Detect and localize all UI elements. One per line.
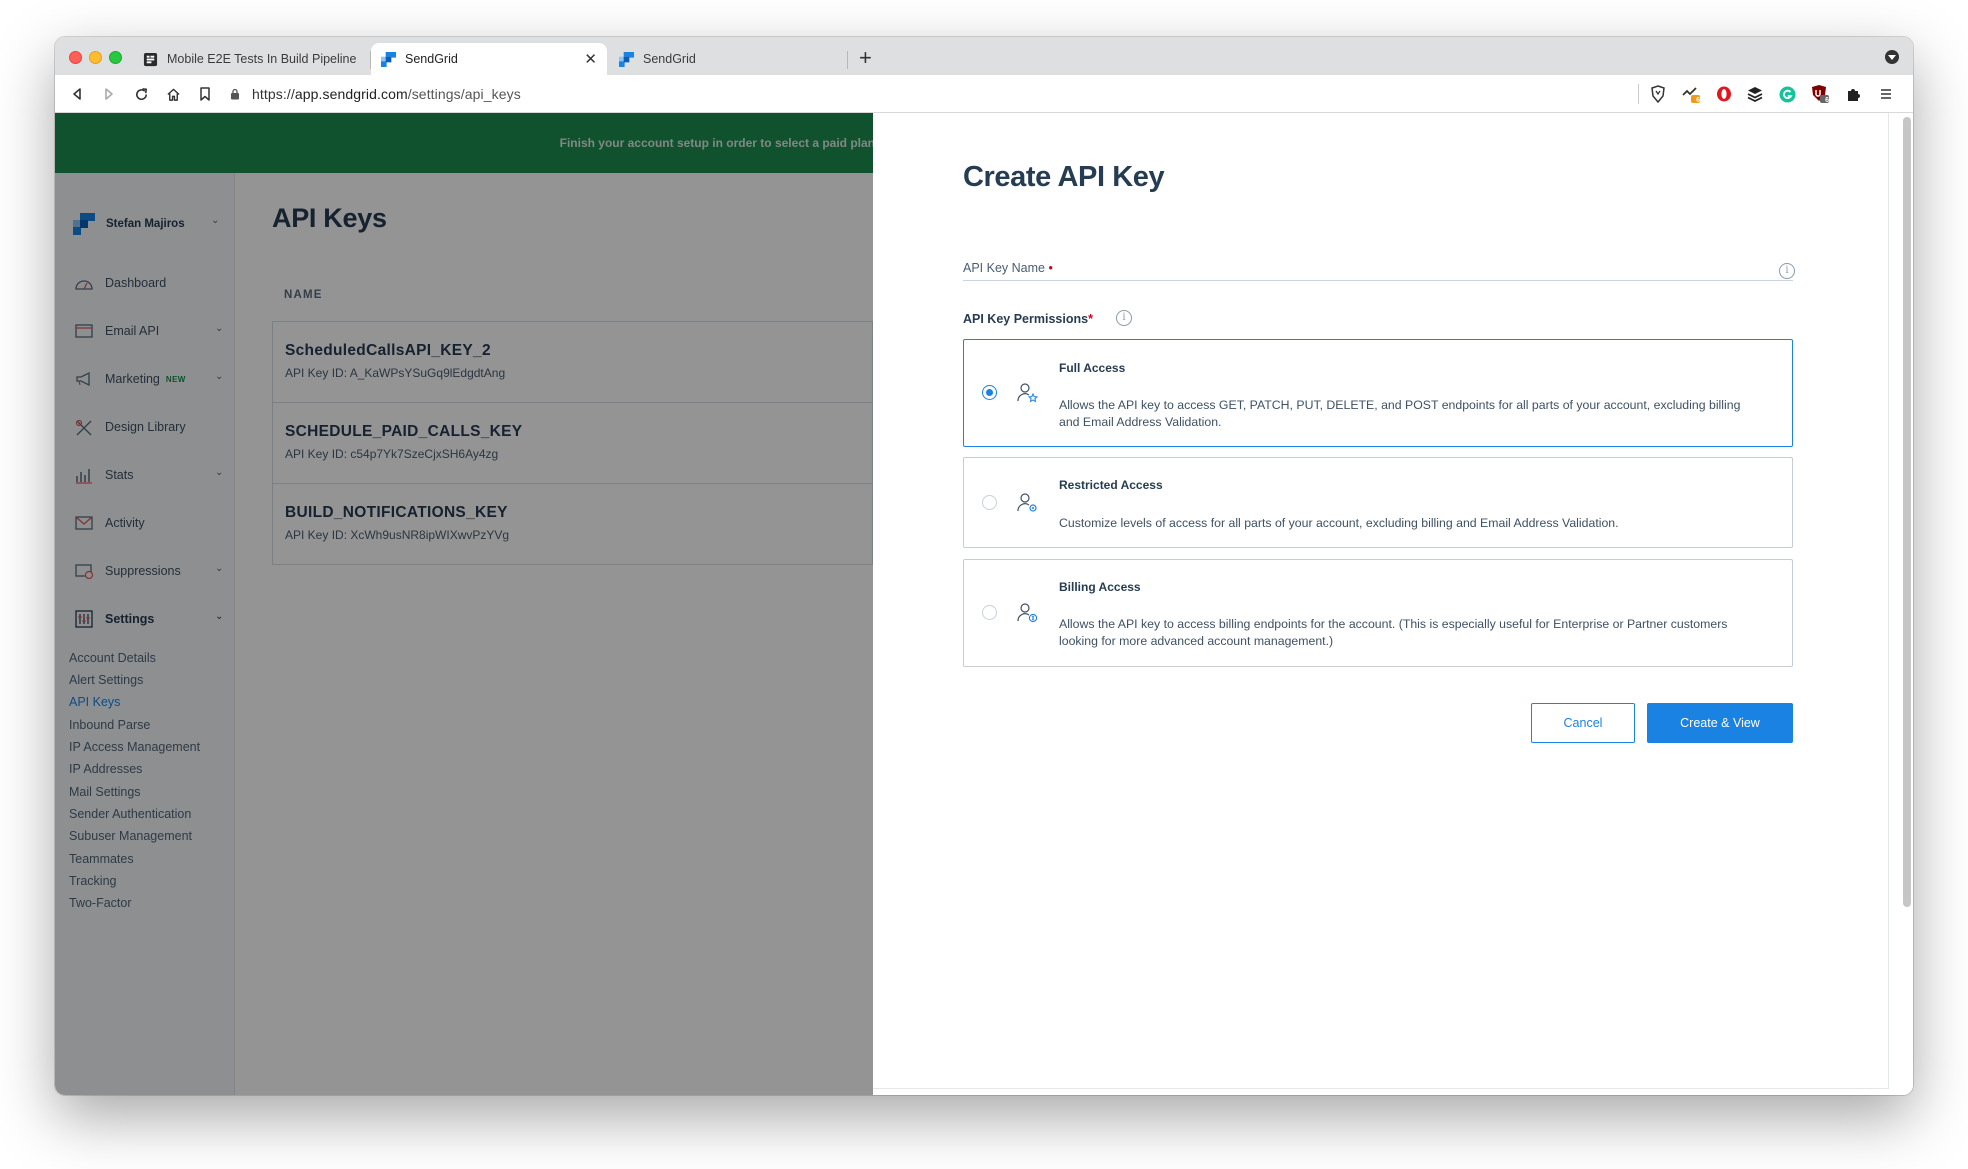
api-key-name-input[interactable] [963,280,1793,281]
field-label-text: API Key Name [963,261,1045,275]
window-minimize-button[interactable] [89,51,102,64]
url-host: app.sendgrid.com [294,86,408,102]
permissions-label-text: API Key Permissions [963,312,1089,326]
cancel-button[interactable]: Cancel [1531,703,1635,743]
option-description: Allows the API key to access GET, PATCH,… [1059,398,1741,429]
url-scheme: https:// [252,86,295,102]
option-title: Restricted Access [1059,478,1163,492]
user-dollar-icon [1017,603,1038,623]
address-bar[interactable]: https://app.sendgrid.com/settings/api_ke… [230,81,1680,107]
window-zoom-button[interactable] [109,51,122,64]
reload-button[interactable] [129,82,153,106]
reload-icon [135,87,147,100]
create-api-key-panel: Create API Key API Key Name • i API Key … [873,113,1913,1095]
browser-menu-icon[interactable] [1876,84,1896,104]
tab-sendgrid[interactable]: SendGrid [609,43,845,75]
sendgrid-favicon-icon [619,51,634,67]
brave-shield-icon[interactable] [1648,84,1668,104]
toolbar-divider [1638,84,1639,104]
info-icon[interactable]: i [1116,310,1132,326]
back-arrow-icon [73,88,81,100]
info-icon[interactable]: i [1779,263,1795,279]
forward-arrow-icon [105,88,113,100]
option-full-access[interactable]: Full Access Allows the API key to access… [963,339,1793,447]
modal-title: Create API Key [963,161,1165,193]
forward-button[interactable] [97,82,121,106]
page-content: Finish your account setup in order to se… [55,113,1913,1095]
option-title: Full Access [1059,361,1126,375]
new-tab-button[interactable]: + [859,45,872,71]
extension-badge: 6 [1696,97,1700,104]
tab-title: SendGrid [643,52,696,66]
option-description: Allows the API key to access billing end… [1059,617,1728,648]
browser-window: Mobile E2E Tests In Build Pipeline w Sen… [55,37,1913,1095]
bookmark-button[interactable] [193,82,217,106]
api-key-name-label: API Key Name • [963,261,1053,275]
home-button[interactable] [161,82,185,106]
tab-separator [847,51,848,69]
modal-backdrop[interactable] [55,113,873,1095]
restricted-access-radio[interactable] [982,495,997,510]
lock-icon [231,88,239,100]
ublock-origin-icon[interactable]: 6 [1810,84,1830,104]
option-billing-access[interactable]: Billing Access Allows the API key to acc… [963,559,1793,667]
user-star-icon [1017,383,1038,403]
home-icon [166,88,180,101]
document-favicon-icon [143,52,158,66]
panel-divider [873,1088,1889,1089]
grammarly-icon[interactable] [1777,84,1797,104]
create-and-view-button[interactable]: Create & View [1647,703,1793,743]
extension-badge: 6 [1825,97,1829,104]
permissions-label: API Key Permissions* [963,312,1093,326]
tab-title: SendGrid [405,52,458,66]
url-text: https://app.sendgrid.com/settings/api_ke… [252,86,521,102]
billing-access-radio[interactable] [982,605,997,620]
buffer-stack-icon[interactable] [1745,84,1765,104]
option-restricted-access[interactable]: Restricted Access Customize levels of ac… [963,457,1793,548]
browser-toolbar: https://app.sendgrid.com/settings/api_ke… [55,75,1913,113]
scrollbar[interactable] [1903,117,1911,907]
extension-checkbox-icon[interactable]: 6 [1681,84,1701,104]
tab-search-icon[interactable] [1885,50,1899,64]
option-description: Customize levels of access for all parts… [1059,516,1619,530]
option-title: Billing Access [1059,580,1141,594]
bookmark-icon [200,87,210,101]
required-marker: • [1048,261,1053,275]
panel-divider [1888,113,1889,1088]
tab-title: Mobile E2E Tests In Build Pipeline w [167,52,359,66]
required-marker: * [1088,312,1093,326]
tab-strip: Mobile E2E Tests In Build Pipeline w Sen… [55,37,1913,75]
close-tab-icon[interactable]: ✕ [584,50,597,68]
user-gear-icon [1017,493,1037,512]
window-close-button[interactable] [69,51,82,64]
opera-icon[interactable] [1714,84,1734,104]
sendgrid-favicon-icon [381,51,396,67]
back-button[interactable] [65,82,89,106]
full-access-radio[interactable] [982,385,997,400]
extensions-puzzle-icon[interactable] [1843,84,1863,104]
url-path: /settings/api_keys [407,86,521,102]
tab-mobile-e2e[interactable]: Mobile E2E Tests In Build Pipeline w [133,43,369,75]
tab-sendgrid-active[interactable]: SendGrid ✕ [371,43,607,75]
